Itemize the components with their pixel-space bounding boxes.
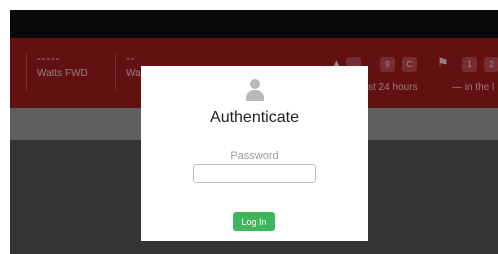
user-icon	[246, 79, 264, 101]
password-label: Password	[230, 150, 279, 162]
dialog-title: Authenticate	[210, 109, 299, 126]
password-input[interactable]	[193, 164, 316, 183]
user-icon-body	[246, 90, 264, 101]
authenticate-dialog: Authenticate Password Log In	[141, 66, 368, 241]
login-button[interactable]: Log In	[233, 212, 275, 231]
user-icon-head	[250, 79, 260, 89]
